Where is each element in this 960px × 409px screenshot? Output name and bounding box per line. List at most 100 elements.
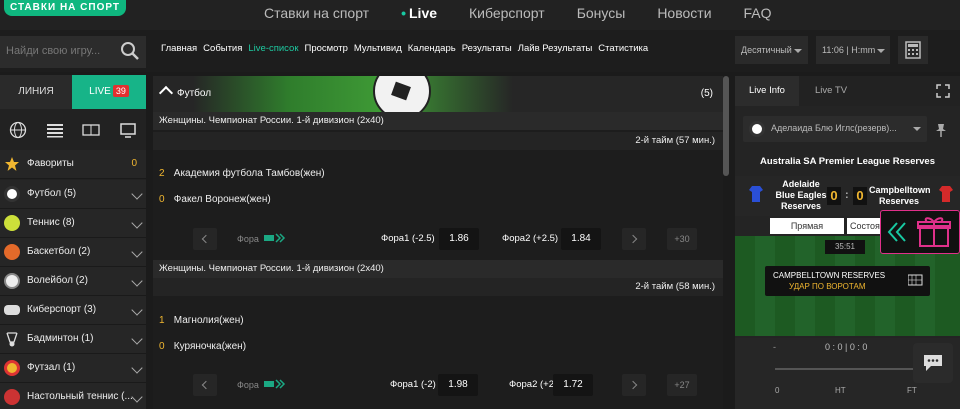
sidebar-item-volleyball[interactable]: Волейбол (2) [0, 267, 146, 296]
events-scrollbar[interactable] [723, 76, 729, 176]
chevron-down-icon [131, 362, 143, 374]
team-score: 0 [159, 194, 165, 205]
subnav-results[interactable]: Результаты [462, 43, 512, 54]
away-score: 0 [853, 187, 867, 205]
more-markets-button[interactable]: +30 [667, 228, 697, 250]
sport-header-football[interactable]: Футбол (5) [153, 76, 723, 112]
handicap1-odd[interactable]: 1.86 [439, 228, 479, 250]
time-format-select[interactable]: 11:06 | H:mm [816, 36, 890, 64]
calculator-icon [905, 41, 921, 59]
pin-icon[interactable] [935, 123, 947, 137]
globe-icon[interactable] [9, 121, 27, 139]
sidebar-item-label: Киберспорт (3) [27, 304, 97, 315]
league-header[interactable]: Женщины. Чемпионат России. 1-й дивизион … [153, 260, 723, 278]
team-name: Факел Воронеж(жен) [173, 194, 271, 205]
star-icon [5, 157, 19, 171]
sidebar-item-label: Баскетбол (2) [27, 246, 91, 257]
prev-market-button[interactable] [193, 228, 217, 250]
handicap1-odd[interactable]: 1.98 [438, 374, 478, 396]
home-shirt-icon [749, 186, 763, 202]
direct-view-button[interactable]: Прямая [770, 218, 844, 234]
event-team: CAMPBELLTOWN RESERVES [773, 271, 886, 280]
gamepad-icon [4, 305, 20, 315]
chevron-down-icon [877, 48, 886, 53]
live-panel-tabs: Live Info Live TV [735, 76, 960, 106]
site-logo[interactable]: СТАВКИ НА СПОРТ [4, 0, 126, 16]
match-select[interactable]: Аделаида Блю Иглс(резерв)... [743, 116, 927, 142]
live-events-list: Футбол (5) Женщины. Чемпионат России. 1-… [153, 76, 723, 409]
sidebar-item-favorites[interactable]: Фавориты 0 [0, 150, 146, 179]
sidebar-item-futsal[interactable]: Футзал (1) [0, 354, 146, 383]
handicap2-odd[interactable]: 1.84 [561, 228, 601, 250]
top-bar: СТАВКИ НА СПОРТ Ставки на спорт Live Киб… [0, 0, 960, 30]
nav-esports[interactable]: Киберспорт [469, 5, 545, 21]
sport-count: (5) [700, 88, 713, 99]
match-event-card: CAMPBELLTOWN RESERVES УДАР ПО ВОРОТАМ [765, 266, 930, 296]
sidebar-item-football[interactable]: Футбол (5) [0, 180, 146, 209]
team-name: Академия футбола Тамбов(жен) [173, 168, 325, 179]
subnav-multiview[interactable]: Мультивид [354, 43, 402, 54]
subnav-statistics[interactable]: Статистика [598, 43, 648, 54]
list-view-icon[interactable] [46, 121, 64, 139]
double-chevron-left-icon[interactable] [886, 221, 908, 243]
odds-format-select[interactable]: Десятичный [735, 36, 808, 64]
chevron-up-icon[interactable] [158, 85, 174, 101]
next-market-button[interactable] [622, 374, 646, 396]
away-shirt-icon [939, 186, 953, 202]
nav-sports-betting[interactable]: Ставки на спорт [264, 5, 369, 21]
sidebar-item-esports[interactable]: Киберспорт (3) [0, 296, 146, 325]
nav-bonuses[interactable]: Бонусы [577, 5, 626, 21]
chevron-down-icon [131, 246, 143, 258]
sidebar-item-badminton[interactable]: Бадминтон (1) [0, 325, 146, 354]
tab-live[interactable]: LIVE 39 [72, 75, 146, 109]
sidebar-item-label: Фавориты [27, 158, 74, 169]
team-row[interactable]: 2 Академия футбола Тамбов(жен) [159, 168, 325, 179]
subnav-home[interactable]: Главная [161, 43, 197, 54]
handicap2-odd[interactable]: 1.72 [553, 374, 593, 396]
nav-faq[interactable]: FAQ [744, 5, 772, 21]
team-row[interactable]: 0 Факел Воронеж(жен) [159, 194, 271, 205]
subnav-view[interactable]: Просмотр [304, 43, 347, 54]
tab-live-tv[interactable]: Live TV [801, 76, 861, 106]
timeline-dash: - [773, 342, 776, 352]
tab-live-info[interactable]: Live Info [735, 76, 799, 106]
league-header[interactable]: Женщины. Чемпионат России. 1-й дивизион … [153, 112, 723, 130]
event-text: УДАР ПО ВОРОТАМ [789, 282, 866, 291]
prev-market-button[interactable] [193, 374, 217, 396]
live-count-badge: 39 [112, 85, 129, 97]
scoreboard-icon[interactable] [82, 121, 100, 139]
team-row[interactable]: 1 Магнолия(жен) [159, 315, 244, 326]
chevron-down-icon [793, 48, 802, 53]
away-team-name: Campbelltown Reserves [869, 185, 931, 206]
view-filters [0, 115, 146, 145]
match-clock: 35:51 [825, 240, 865, 254]
nav-live[interactable]: Live [401, 5, 437, 21]
sidebar-item-table-tennis[interactable]: Настольный теннис (... [0, 383, 146, 409]
search-input[interactable]: Найди свою игру... [0, 36, 146, 68]
calculator-button[interactable] [898, 36, 928, 64]
subnav-events[interactable]: События [203, 43, 242, 54]
bonus-gift-widget[interactable] [880, 210, 960, 254]
chevron-down-icon [131, 188, 143, 200]
subnav-calendar[interactable]: Календарь [408, 43, 456, 54]
sidebar-item-basketball[interactable]: Баскетбол (2) [0, 238, 146, 267]
market-arrows-icon [264, 379, 286, 389]
football-icon [749, 121, 765, 137]
subnav-live-list[interactable]: Live-список [248, 43, 298, 54]
team-name: Куряночка(жен) [173, 341, 247, 352]
fullscreen-icon[interactable] [936, 84, 950, 98]
subnav-live-results[interactable]: Лайв Результаты [518, 43, 593, 54]
team-score: 1 [159, 315, 165, 326]
time-format-value: 11:06 | H:mm [822, 45, 876, 55]
more-markets-button[interactable]: +27 [667, 374, 697, 396]
chat-button[interactable] [913, 343, 953, 383]
search-icon[interactable] [120, 41, 140, 61]
futsal-icon [4, 360, 20, 376]
team-row[interactable]: 0 Куряночка(жен) [159, 341, 246, 352]
sidebar-item-label: Футбол (5) [27, 188, 77, 199]
nav-news[interactable]: Новости [657, 5, 711, 21]
sidebar-item-tennis[interactable]: Теннис (8) [0, 209, 146, 238]
tv-icon[interactable] [119, 121, 137, 139]
tab-line[interactable]: ЛИНИЯ [0, 75, 72, 109]
next-market-button[interactable] [622, 228, 646, 250]
